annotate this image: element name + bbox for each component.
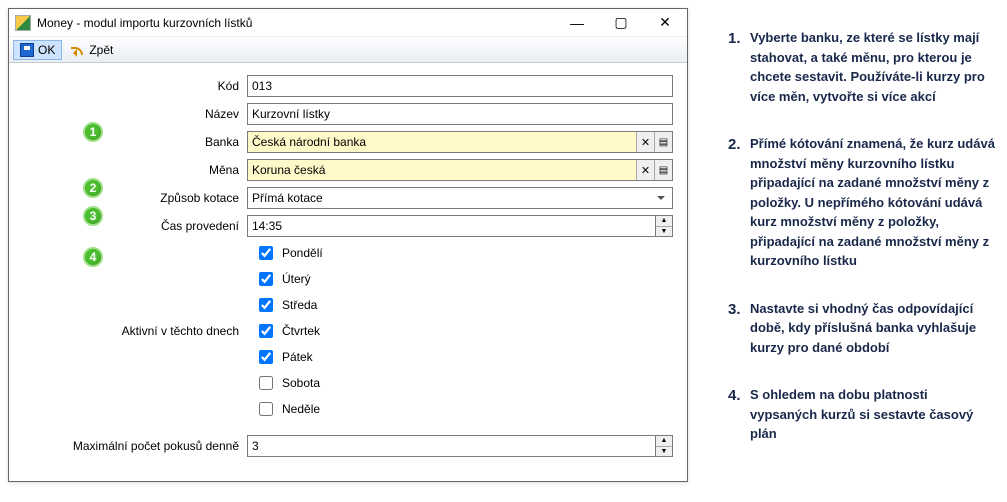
day-st-check[interactable] [259, 298, 273, 312]
mena-lookup[interactable]: Koruna česká ✕ ▤ [247, 159, 673, 181]
day-ct-label: Čtvrtek [282, 324, 320, 338]
kod-input[interactable] [247, 75, 673, 97]
mena-value: Koruna česká [248, 163, 636, 177]
row-kod: Kód [23, 75, 673, 97]
day-st-label: Středa [282, 298, 317, 312]
day-ne[interactable]: Neděle [255, 399, 673, 419]
mena-clear-icon[interactable]: ✕ [636, 160, 654, 180]
minimize-button[interactable]: — [555, 9, 599, 37]
cas-input[interactable] [247, 215, 655, 237]
ok-button-label: OK [38, 43, 55, 57]
help-text-4: S ohledem na dobu platnosti vypsaných ku… [750, 385, 998, 444]
help-item-2: 2 Přímé kótování znamená, že kurz udává … [728, 134, 998, 271]
day-ne-check[interactable] [259, 402, 273, 416]
help-panel: 1 Vyberte banku, ze které se lístky mají… [728, 8, 998, 482]
mena-label: Měna [23, 163, 247, 177]
day-po[interactable]: Pondělí [255, 243, 673, 263]
cas-spinner[interactable]: ▲ ▼ [655, 215, 673, 237]
day-pa[interactable]: Pátek [255, 347, 673, 367]
back-button[interactable]: Zpět [64, 40, 120, 60]
pokusy-spinner[interactable]: ▲ ▼ [655, 435, 673, 457]
day-pa-check[interactable] [259, 350, 273, 364]
help-text-3: Nastavte si vhodný čas odpovídající době… [750, 299, 998, 358]
kotace-select[interactable] [247, 187, 673, 209]
marker-4: 4 [83, 247, 103, 267]
marker-1: 1 [83, 122, 103, 142]
spin-down-icon[interactable]: ▼ [656, 447, 672, 457]
row-nazev: Název [23, 103, 673, 125]
day-ct-check[interactable] [259, 324, 273, 338]
help-item-1: 1 Vyberte banku, ze které se lístky mají… [728, 28, 998, 106]
spin-down-icon[interactable]: ▼ [656, 227, 672, 237]
day-ne-label: Neděle [282, 402, 320, 416]
day-ut-check[interactable] [259, 272, 273, 286]
day-so-label: Sobota [282, 376, 320, 390]
day-ut[interactable]: Úterý [255, 269, 673, 289]
form-area: Kód Název 1 Banka Česká národní banka ✕ … [9, 63, 687, 481]
close-button[interactable]: ✕ [643, 9, 687, 37]
cas-label: Čas provedení [161, 219, 239, 233]
kod-label: Kód [23, 79, 247, 93]
back-button-label: Zpět [89, 43, 113, 57]
app-icon [15, 15, 31, 31]
ok-button[interactable]: OK [13, 40, 62, 60]
row-pokusy: Maximální počet pokusů denně ▲ ▼ [23, 435, 673, 457]
pokusy-input[interactable] [247, 435, 655, 457]
banka-label: Banka [205, 135, 239, 149]
help-num-4: 4 [728, 385, 750, 444]
help-num-3: 3 [728, 299, 750, 358]
day-pa-label: Pátek [282, 350, 313, 364]
banka-lookup[interactable]: Česká národní banka ✕ ▤ [247, 131, 673, 153]
banka-open-icon[interactable]: ▤ [654, 132, 672, 152]
maximize-button[interactable]: ▢ [599, 9, 643, 37]
spin-up-icon[interactable]: ▲ [656, 436, 672, 447]
titlebar: Money - modul importu kurzovních lístků … [9, 9, 687, 37]
dialog-window: Money - modul importu kurzovních lístků … [8, 8, 688, 482]
help-item-3: 3 Nastavte si vhodný čas odpovídající do… [728, 299, 998, 358]
back-icon [71, 43, 85, 57]
day-po-label: Pondělí [282, 246, 323, 260]
help-num-2: 2 [728, 134, 750, 271]
marker-3: 3 [83, 206, 103, 226]
day-ct[interactable]: Čtvrtek [255, 321, 673, 341]
day-st[interactable]: Středa [255, 295, 673, 315]
help-text-2: Přímé kótování znamená, že kurz udává mn… [750, 134, 998, 271]
help-item-4: 4 S ohledem na dobu platnosti vypsaných … [728, 385, 998, 444]
save-icon [20, 43, 34, 57]
nazev-input[interactable] [247, 103, 673, 125]
row-kotace: 2 Způsob kotace [23, 187, 673, 209]
days-group: Pondělí Úterý Středa Čtvrtek Pátek Sobot… [255, 243, 673, 419]
mena-open-icon[interactable]: ▤ [654, 160, 672, 180]
banka-value: Česká národní banka [248, 135, 636, 149]
day-so[interactable]: Sobota [255, 373, 673, 393]
nazev-label: Název [23, 107, 247, 121]
day-po-check[interactable] [259, 246, 273, 260]
window-buttons: — ▢ ✕ [555, 9, 687, 37]
banka-clear-icon[interactable]: ✕ [636, 132, 654, 152]
row-mena: Měna Koruna česká ✕ ▤ [23, 159, 673, 181]
kotace-label: Způsob kotace [160, 191, 239, 205]
help-num-1: 1 [728, 28, 750, 106]
help-text-1: Vyberte banku, ze které se lístky mají s… [750, 28, 998, 106]
marker-2: 2 [83, 178, 103, 198]
pokusy-label: Maximální počet pokusů denně [23, 439, 247, 453]
day-so-check[interactable] [259, 376, 273, 390]
spin-up-icon[interactable]: ▲ [656, 216, 672, 227]
window-title: Money - modul importu kurzovních lístků [37, 16, 555, 30]
row-banka: 1 Banka Česká národní banka ✕ ▤ [23, 131, 673, 153]
row-cas: 3 Čas provedení ▲ ▼ [23, 215, 673, 237]
day-ut-label: Úterý [282, 272, 311, 286]
toolbar: OK Zpět [9, 37, 687, 63]
